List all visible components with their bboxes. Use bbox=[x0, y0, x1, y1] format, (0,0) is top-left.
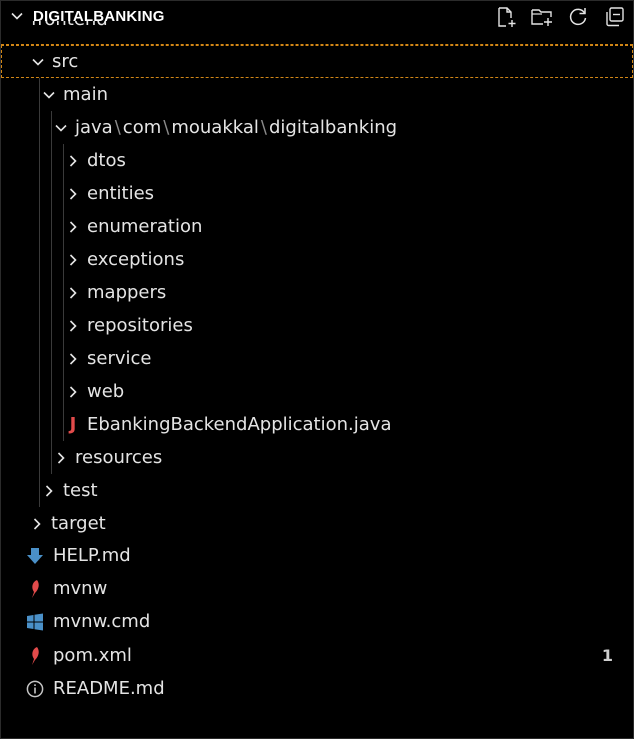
tree-item-label: entities bbox=[87, 183, 155, 204]
tree-item-label: web bbox=[87, 381, 125, 402]
problem-count-badge: 1 bbox=[601, 646, 613, 665]
tree-item-help-md[interactable]: HELP.md bbox=[1, 539, 633, 572]
tree-item-target[interactable]: target bbox=[1, 507, 633, 540]
collapse-all-icon[interactable] bbox=[601, 5, 627, 29]
tree-item-pom-xml[interactable]: pom.xml 1 bbox=[1, 639, 633, 672]
windows-icon bbox=[25, 612, 45, 632]
tree-item-label: mvnw.cmd bbox=[53, 611, 151, 632]
tree-item-label: mvnw bbox=[53, 578, 108, 599]
maven-icon bbox=[25, 646, 45, 666]
tree-item-label: main bbox=[63, 84, 108, 105]
tree-item-mvnw-cmd[interactable]: mvnw.cmd bbox=[1, 605, 633, 638]
tree-item-label: frontend bbox=[31, 21, 108, 30]
tree-item-label: target bbox=[51, 513, 106, 534]
tree-item-java-package[interactable]: java \ com \ mouakkal \ digitalbanking bbox=[1, 111, 633, 144]
chevron-right-icon[interactable] bbox=[65, 384, 81, 400]
path-separator: \ bbox=[114, 117, 121, 138]
tree-item-label: README.md bbox=[53, 678, 165, 699]
tree-item-test[interactable]: test bbox=[1, 474, 633, 507]
info-icon bbox=[25, 679, 45, 699]
tree-item-label: HELP.md bbox=[53, 545, 131, 566]
tree-item-label: service bbox=[87, 348, 152, 369]
tree-item-label: resources bbox=[75, 447, 163, 468]
chevron-down-icon[interactable] bbox=[9, 8, 25, 24]
tree-item-label: src bbox=[52, 51, 79, 72]
chevron-right-icon[interactable] bbox=[65, 252, 81, 268]
chevron-down-icon[interactable] bbox=[53, 120, 69, 136]
tree-item-application-file[interactable]: J EbankingBackendApplication.java bbox=[1, 408, 633, 441]
tree-item-src[interactable]: src bbox=[1, 45, 633, 78]
tree-item-label: pom.xml bbox=[53, 645, 132, 666]
tree-item-resources[interactable]: resources bbox=[1, 441, 633, 474]
path-separator: \ bbox=[260, 117, 267, 138]
tree-item-main[interactable]: main bbox=[1, 78, 633, 111]
chevron-right-icon[interactable] bbox=[65, 186, 81, 202]
chevron-down-icon[interactable] bbox=[41, 87, 57, 103]
chevron-right-icon[interactable] bbox=[65, 318, 81, 334]
tree-item-exceptions[interactable]: exceptions bbox=[1, 243, 633, 276]
refresh-icon[interactable] bbox=[565, 5, 591, 29]
tree-item-label: enumeration bbox=[87, 216, 203, 237]
tree-item-service[interactable]: service bbox=[1, 342, 633, 375]
chevron-right-icon[interactable] bbox=[41, 483, 57, 499]
tree-item-label: exceptions bbox=[87, 249, 185, 270]
tree-item-label: EbankingBackendApplication.java bbox=[87, 414, 392, 435]
tree-item-mappers[interactable]: mappers bbox=[1, 276, 633, 309]
java-icon: J bbox=[69, 414, 77, 435]
tree-item-web[interactable]: web bbox=[1, 375, 633, 408]
chevron-right-icon[interactable] bbox=[65, 219, 81, 235]
explorer-actions bbox=[493, 5, 627, 29]
chevron-right-icon[interactable] bbox=[65, 351, 81, 367]
tree-item-mvnw[interactable]: mvnw bbox=[1, 572, 633, 605]
download-icon bbox=[25, 546, 45, 566]
chevron-right-icon[interactable] bbox=[53, 450, 69, 466]
tree-item-readme-md[interactable]: README.md bbox=[1, 672, 633, 705]
chevron-down-icon[interactable] bbox=[30, 54, 46, 70]
tree-item-entities[interactable]: entities bbox=[1, 177, 633, 210]
tree-item-label: test bbox=[63, 480, 98, 501]
path-segment: digitalbanking bbox=[268, 117, 398, 138]
path-segment: java bbox=[75, 117, 113, 138]
path-segment: mouakkal bbox=[171, 117, 259, 138]
tree-item-dtos[interactable]: dtos bbox=[1, 144, 633, 177]
tree-item-repositories[interactable]: repositories bbox=[1, 309, 633, 342]
new-file-icon[interactable] bbox=[493, 5, 519, 29]
new-folder-icon[interactable] bbox=[529, 5, 555, 29]
tree-item-label: repositories bbox=[87, 315, 193, 336]
chevron-right-icon[interactable] bbox=[65, 285, 81, 301]
explorer-panel: DIGITALBANKING src main java \ com \ mou… bbox=[0, 0, 634, 739]
chevron-right-icon[interactable] bbox=[65, 153, 81, 169]
tree-item-frontend-partial[interactable]: frontend bbox=[31, 21, 108, 35]
tree-item-label: mappers bbox=[87, 282, 167, 303]
path-segment: com bbox=[122, 117, 162, 138]
path-separator: \ bbox=[163, 117, 170, 138]
tree-item-enumeration[interactable]: enumeration bbox=[1, 210, 633, 243]
tree-item-label: dtos bbox=[87, 150, 126, 171]
maven-icon bbox=[25, 579, 45, 599]
chevron-right-icon[interactable] bbox=[29, 516, 45, 532]
